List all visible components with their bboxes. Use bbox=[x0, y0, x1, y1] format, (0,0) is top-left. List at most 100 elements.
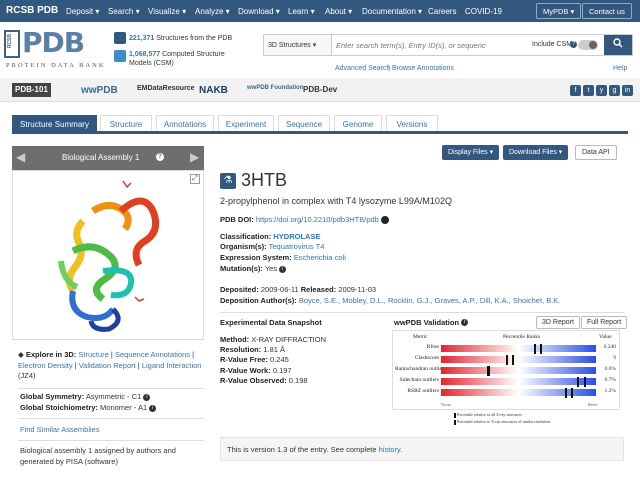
stoichiometry-info-icon[interactable]: i bbox=[149, 404, 157, 412]
assembly-image[interactable]: ⤢ bbox=[12, 170, 204, 340]
validation-metric-label: Rfree bbox=[426, 344, 439, 350]
contact-button[interactable]: Contact us bbox=[582, 3, 632, 19]
percentile-marker-resolution bbox=[487, 365, 490, 376]
assembly-info-icon[interactable]: ? bbox=[156, 153, 164, 161]
percentile-marker-all bbox=[506, 354, 509, 365]
csm-structure-count[interactable]: 1,068,577 Computed Structure Models (CSM… bbox=[129, 50, 225, 68]
pdb-structure-count[interactable]: 221,371 Structures from the PDB bbox=[129, 34, 232, 43]
expand-icon[interactable]: ⤢ bbox=[190, 174, 200, 184]
help-link[interactable]: Help bbox=[613, 65, 627, 72]
explore-structure-link[interactable]: Structure bbox=[78, 350, 108, 359]
partner-nakb[interactable]: NAKB bbox=[196, 83, 231, 97]
csm-count-label: Computed Structure bbox=[162, 51, 225, 58]
tab-versions[interactable]: Versions bbox=[386, 115, 438, 131]
explore-sequence-link[interactable]: Sequence Annotations bbox=[115, 350, 190, 359]
explore-validation-link[interactable]: Validation Report bbox=[79, 361, 136, 370]
explore-ligand-link[interactable]: Ligand Interaction bbox=[142, 361, 202, 370]
classification-link[interactable]: HYDROLASE bbox=[273, 232, 320, 241]
rfree-label: R-Value Free: bbox=[220, 355, 268, 364]
nav-careers[interactable]: Careers bbox=[428, 7, 456, 16]
partner-strip: PDB-101 wwPDB EMDataResource NAKB wwPDB … bbox=[0, 78, 640, 102]
pdb-logo[interactable]: PDB bbox=[22, 26, 85, 59]
include-csm-toggle[interactable] bbox=[578, 40, 598, 50]
partner-emdataresource[interactable]: EMDataResource bbox=[134, 83, 198, 97]
validation-metric-bar bbox=[441, 378, 596, 385]
nav-search[interactable]: Search ▾ bbox=[108, 7, 140, 16]
mypdb-button[interactable]: MyPDB ▾ bbox=[536, 3, 582, 19]
rfree-value: 0.245 bbox=[270, 355, 289, 364]
nav-covid[interactable]: COVID-19 bbox=[465, 7, 502, 16]
tab-genome[interactable]: Genome bbox=[334, 115, 382, 131]
3d-report-button[interactable]: 3D Report bbox=[536, 316, 580, 329]
pdb-count[interactable]: 221,371 bbox=[129, 35, 154, 42]
search-icon bbox=[613, 38, 623, 48]
linkedin-icon[interactable]: in bbox=[622, 85, 633, 96]
authors-links[interactable]: Boyce, S.E., Mobley, D.L., Rocklin, G.J.… bbox=[299, 296, 561, 305]
tab-structure-summary[interactable]: Structure Summary bbox=[12, 115, 97, 131]
global-stoichiometry: Global Stoichiometry: Monomer - A1 i bbox=[20, 403, 157, 414]
nav-analyze[interactable]: Analyze ▾ bbox=[195, 7, 230, 16]
resolution-value: 1.81 Å bbox=[263, 345, 286, 354]
tab-annotations[interactable]: Annotations bbox=[156, 115, 214, 131]
search-input[interactable] bbox=[336, 38, 486, 52]
brand-link[interactable]: RCSB PDB bbox=[6, 5, 58, 16]
nav-visualize[interactable]: Visualize ▾ bbox=[148, 7, 186, 16]
structures-icon bbox=[114, 32, 126, 44]
nav-about[interactable]: About ▾ bbox=[325, 7, 352, 16]
mutation-info-icon[interactable]: i bbox=[279, 265, 287, 273]
tab-structure[interactable]: Structure bbox=[100, 115, 152, 131]
partner-wwpdb[interactable]: wwPDB bbox=[78, 83, 121, 97]
search-button[interactable] bbox=[604, 35, 632, 55]
nav-documentation[interactable]: Documentation ▾ bbox=[362, 7, 422, 16]
link-separator: | bbox=[388, 65, 390, 72]
partner-pdbdev[interactable]: PDB-Dev bbox=[300, 83, 340, 97]
include-csm-label: Include CSM bbox=[532, 41, 573, 48]
organism-link[interactable]: Tequatrovirus T4 bbox=[269, 242, 325, 251]
browse-annotations-link[interactable]: Browse Annotations bbox=[392, 65, 454, 72]
tab-experiment[interactable]: Experiment bbox=[218, 115, 274, 131]
top-navigation-bar: RCSB PDB Deposit ▾ Search ▾ Visualize ▾ … bbox=[0, 0, 640, 22]
next-assembly-icon[interactable]: ▶ bbox=[190, 150, 199, 164]
snapshot-heading: Experimental Data Snapshot bbox=[220, 318, 322, 327]
expression-link[interactable]: Escherichia coli bbox=[294, 253, 346, 262]
full-report-button[interactable]: Full Report bbox=[581, 316, 628, 329]
dates-row: Deposited: 2009-06-11 Released: 2009-11-… bbox=[220, 285, 376, 294]
validation-metric-value: 9 bbox=[613, 355, 616, 361]
nav-download[interactable]: Download ▾ bbox=[238, 7, 280, 16]
validation-legend-1: Percentile relative to all X-ray structu… bbox=[454, 412, 522, 418]
partner-pdb101[interactable]: PDB-101 bbox=[12, 83, 51, 97]
partner-wwpdb-foundation[interactable]: wwPDB Foundation bbox=[244, 83, 306, 97]
validation-slider-chart[interactable]: Metric Percentile Ranks Value Rfree 0.240… bbox=[392, 330, 620, 410]
data-api-button[interactable]: Data API bbox=[575, 145, 617, 160]
csm-count[interactable]: 1,068,577 bbox=[129, 51, 160, 58]
mutation-label: Mutation(s): bbox=[220, 264, 263, 273]
find-similar-assemblies-link[interactable]: Find Similar Assemblies bbox=[20, 425, 100, 436]
advanced-search-link[interactable]: Advanced Search bbox=[335, 65, 390, 72]
nav-learn[interactable]: Learn ▾ bbox=[288, 7, 315, 16]
pdb-doi-row: PDB DOI: https://doi.org/10.2210/pdb3HTB… bbox=[220, 215, 389, 225]
github-icon[interactable]: g bbox=[609, 85, 620, 96]
search-scope-select[interactable]: 3D Structures ▾ bbox=[264, 35, 332, 55]
doi-badge-icon[interactable] bbox=[380, 216, 389, 225]
doi-label: PDB DOI: bbox=[220, 215, 254, 224]
prev-assembly-icon[interactable]: ◀ bbox=[16, 150, 25, 164]
download-files-button[interactable]: Download Files ▾ bbox=[503, 145, 569, 160]
twitter-icon[interactable]: t bbox=[583, 85, 594, 96]
validation-metric-bar bbox=[441, 367, 596, 374]
validation-metric-value: 0.240 bbox=[603, 344, 616, 350]
symmetry-info-icon[interactable]: i bbox=[143, 393, 151, 401]
validation-metric-value: 0.6% bbox=[604, 366, 616, 372]
tab-sequence[interactable]: Sequence bbox=[278, 115, 330, 131]
doi-link[interactable]: https://doi.org/10.2210/pdb3HTB/pdb bbox=[256, 215, 379, 224]
explore-density-link[interactable]: Electron Density bbox=[18, 361, 73, 370]
facebook-icon[interactable]: f bbox=[570, 85, 581, 96]
validation-info-icon[interactable]: i bbox=[461, 319, 468, 326]
history-link[interactable]: history. bbox=[379, 445, 403, 454]
display-files-button[interactable]: Display Files ▾ bbox=[442, 145, 500, 160]
scale-better-label: Better bbox=[588, 402, 598, 407]
rwork-label: R-Value Work: bbox=[220, 366, 271, 375]
stoichiometry-value: Monomer - A1 bbox=[100, 403, 148, 412]
csm-info-icon[interactable]: ? bbox=[570, 41, 577, 48]
nav-deposit[interactable]: Deposit ▾ bbox=[66, 7, 99, 16]
youtube-icon[interactable]: y bbox=[596, 85, 607, 96]
